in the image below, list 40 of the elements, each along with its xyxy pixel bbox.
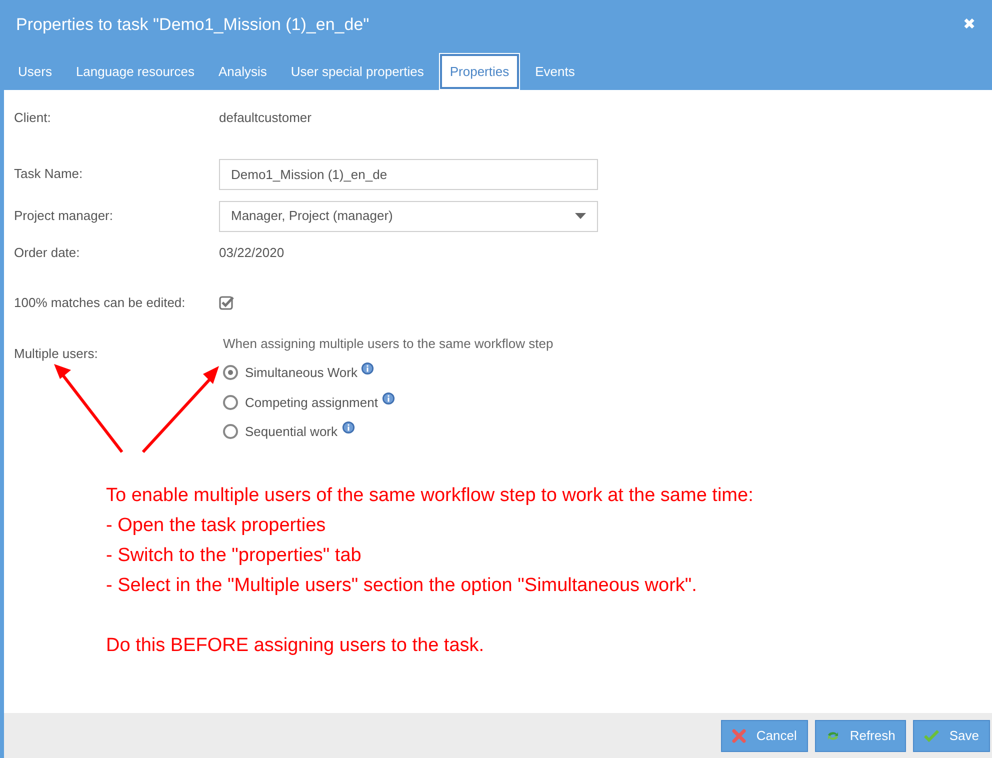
field-value: defaultcustomer [219, 109, 312, 127]
annotation-text: - Open the task properties [106, 514, 327, 538]
radio-label: Simultaneous Work [245, 364, 358, 382]
tab[interactable]: Users [6, 54, 64, 89]
close-button[interactable]: ✖ [963, 14, 976, 36]
tab[interactable]: Language resources [64, 54, 206, 89]
radio-label: Competing assignment [245, 394, 378, 412]
annotation-text: - Select in the "Multiple users" section the option "Simultaneous work". [106, 574, 698, 598]
field-label: Client: [14, 109, 52, 127]
refresh-button[interactable]: Refresh [814, 720, 906, 752]
checkbox[interactable] [219, 294, 235, 311]
field-label: Task Name: [14, 165, 84, 184]
cancel-button[interactable]: Cancel [721, 720, 808, 752]
annotation-text: To enable multiple users of the same workflow step to work at the same time: [106, 484, 754, 508]
annotation-text: - Switch to the "properties" tab [106, 544, 362, 568]
caret-icon [575, 213, 586, 219]
radio-button[interactable] [223, 394, 238, 410]
tab[interactable]: User special properties [278, 54, 436, 89]
radio-button[interactable] [223, 365, 238, 380]
hint-text: When assigning multiple users to the same workflow step [223, 334, 554, 353]
radio-button[interactable] [223, 424, 238, 440]
tab[interactable]: Analysis [206, 54, 279, 89]
tab[interactable]: Properties [440, 54, 520, 89]
window-title: Properties to task "Demo1_Mission (1)_en_de" [16, 14, 370, 36]
field-label: Multiple users: [14, 346, 98, 360]
radio-label: Sequential work [245, 423, 338, 441]
field-value: 03/22/2020 [219, 244, 284, 262]
field-label: 100% matches can be edited: [14, 294, 186, 312]
field-label: Order date: [14, 244, 81, 262]
field-label: Project manager: [14, 207, 114, 226]
info-icon[interactable] [361, 362, 374, 376]
save-button[interactable]: Save [913, 720, 990, 752]
info-icon[interactable] [382, 392, 395, 405]
info-icon[interactable] [342, 421, 354, 434]
close-icon [732, 728, 746, 742]
tab[interactable]: Events [523, 54, 587, 89]
annotation-note: Do this BEFORE assigning users to the task. [106, 634, 486, 658]
check-icon [924, 729, 940, 742]
task-name-input[interactable]: Demo1_Mission (1)_en_de [219, 158, 598, 190]
project-manager-select[interactable]: Manager, Project (manager) [219, 200, 598, 232]
